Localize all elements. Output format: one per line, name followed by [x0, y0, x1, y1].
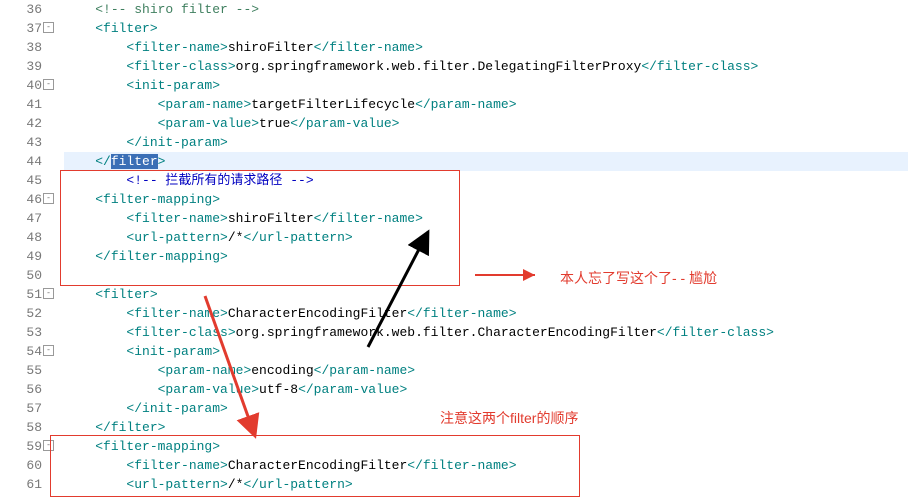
line-number: 44 — [0, 152, 42, 171]
code-line[interactable]: <filter> — [64, 19, 908, 38]
line-number: 36 — [0, 0, 42, 19]
code-line[interactable]: <filter-name>CharacterEncodingFilter</fi… — [64, 456, 908, 475]
line-number: 46- — [0, 190, 42, 209]
fold-toggle-icon[interactable]: - — [43, 193, 54, 204]
code-line[interactable]: <init-param> — [64, 342, 908, 361]
line-number: 55 — [0, 361, 42, 380]
line-number: 43 — [0, 133, 42, 152]
code-line[interactable]: </filter-mapping> — [64, 247, 908, 266]
annotation-note-1: 本人忘了写这个了- - 尴尬 — [560, 268, 717, 288]
code-line[interactable]: <filter-class>org.springframework.web.fi… — [64, 57, 908, 76]
line-number: 57 — [0, 399, 42, 418]
line-number: 56 — [0, 380, 42, 399]
line-number: 49 — [0, 247, 42, 266]
code-line[interactable]: <filter> — [64, 285, 908, 304]
line-number: 52 — [0, 304, 42, 323]
code-line[interactable]: <filter-mapping> — [64, 437, 908, 456]
code-line[interactable]: <url-pattern>/*</url-pattern> — [64, 228, 908, 247]
fold-toggle-icon[interactable]: - — [43, 288, 54, 299]
code-line[interactable]: <filter-class>org.springframework.web.fi… — [64, 323, 908, 342]
line-number: 47 — [0, 209, 42, 228]
code-line[interactable]: <!-- 拦截所有的请求路径 --> — [64, 171, 908, 190]
line-number: 45 — [0, 171, 42, 190]
code-line[interactable]: <param-name>encoding</param-name> — [64, 361, 908, 380]
line-number: 37- — [0, 19, 42, 38]
line-number-gutter: 3637-383940-414243444546-4748495051-5253… — [0, 0, 50, 494]
code-line[interactable]: <url-pattern>/*</url-pattern> — [64, 475, 908, 494]
fold-toggle-icon[interactable]: - — [43, 22, 54, 33]
line-number: 48 — [0, 228, 42, 247]
line-number: 50 — [0, 266, 42, 285]
line-number: 58 — [0, 418, 42, 437]
line-number: 59- — [0, 437, 42, 456]
line-number: 40- — [0, 76, 42, 95]
code-line[interactable]: <param-value>true</param-value> — [64, 114, 908, 133]
code-line[interactable]: <filter-name>shiroFilter</filter-name> — [64, 38, 908, 57]
line-number: 53 — [0, 323, 42, 342]
line-number: 61 — [0, 475, 42, 494]
code-line[interactable]: <filter-name>shiroFilter</filter-name> — [64, 209, 908, 228]
fold-toggle-icon[interactable]: - — [43, 345, 54, 356]
code-line[interactable]: </filter> — [64, 152, 908, 171]
code-line[interactable]: <init-param> — [64, 76, 908, 95]
code-line[interactable]: <filter-name>CharacterEncodingFilter</fi… — [64, 304, 908, 323]
annotation-note-2: 注意这两个filter的顺序 — [440, 408, 578, 428]
code-line[interactable] — [64, 266, 908, 285]
code-line[interactable]: <param-name>targetFilterLifecycle</param… — [64, 95, 908, 114]
code-line[interactable]: <!-- shiro filter --> — [64, 0, 908, 19]
line-number: 54- — [0, 342, 42, 361]
line-number: 38 — [0, 38, 42, 57]
line-number: 39 — [0, 57, 42, 76]
line-number: 51- — [0, 285, 42, 304]
line-number: 60 — [0, 456, 42, 475]
code-line[interactable]: <param-value>utf-8</param-value> — [64, 380, 908, 399]
line-number: 41 — [0, 95, 42, 114]
line-number: 42 — [0, 114, 42, 133]
fold-toggle-icon[interactable]: - — [43, 79, 54, 90]
code-line[interactable]: </init-param> — [64, 133, 908, 152]
fold-toggle-icon[interactable]: - — [43, 440, 54, 451]
code-line[interactable]: <filter-mapping> — [64, 190, 908, 209]
